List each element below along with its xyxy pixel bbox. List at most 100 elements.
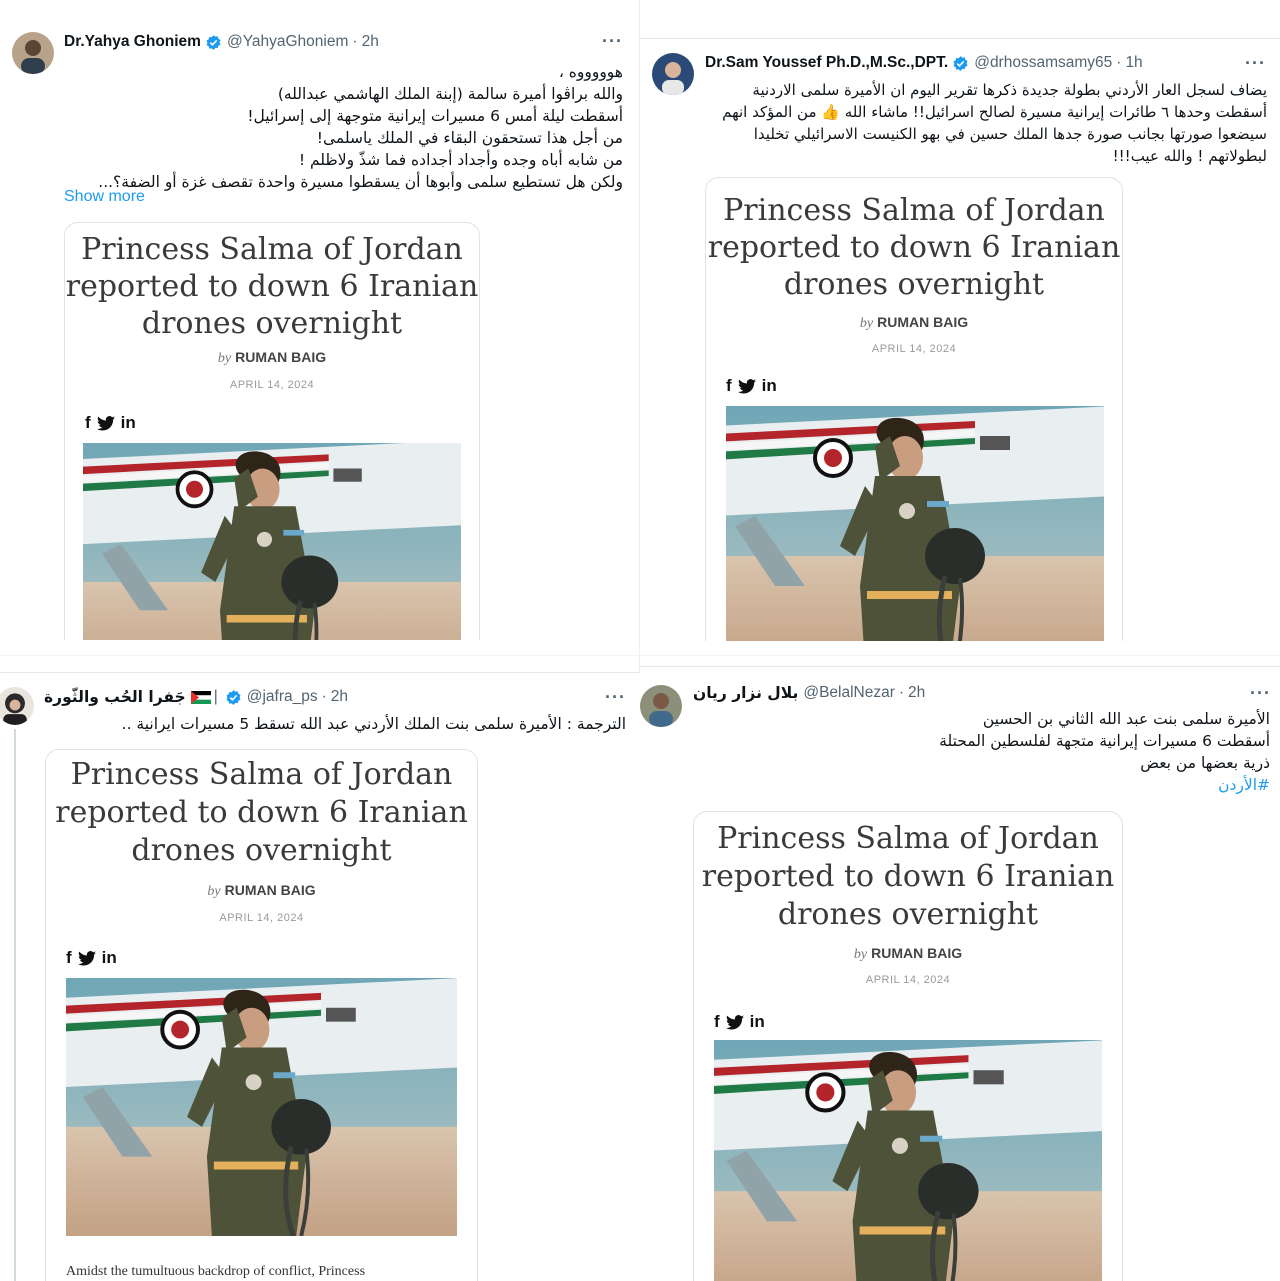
article-author: RUMAN BAIG [224,882,316,898]
tweet-line: من شابه أباه وجده وأجداد أجداده فما شذّ … [298,151,623,169]
tweet-header: Dr.Sam Youssef Ph.D.,M.Sc.,DPT. @drhossa… [705,54,1143,72]
display-name[interactable]: بلال نزار ريان [693,684,798,702]
article-byline: by RUMAN BAIG [694,945,1122,963]
tweet-line: الترجمة : الأميرة سلمى بنت الملك الأردني… [121,715,626,733]
tweet-line: أسقطت ليلة أمس 6 مسيرات إيرانية متوجهة إ… [247,107,623,125]
avatar[interactable] [640,685,682,727]
display-name[interactable]: Dr.Yahya Ghoniem [64,33,201,51]
avatar[interactable] [12,32,54,74]
separator-bar: | [213,688,218,705]
byline-prefix: by [859,316,874,331]
article-date: APRIL 14, 2024 [229,379,315,391]
facebook-icon[interactable]: f [66,948,72,968]
linkedin-icon[interactable]: in [762,376,777,396]
article-byline: by RUMAN BAIG [65,349,479,367]
more-options-icon[interactable]: ··· [602,31,623,52]
handle[interactable]: @jafra_ps [247,688,318,706]
separator-dot: · [1116,54,1122,71]
handle[interactable]: @drhossamsamy65 [974,54,1112,72]
tweet-header: Dr.Yahya Ghoniem @YahyaGhoniem · 2h [64,33,379,51]
tweet-line: سيضعوا صورتها بجانب صورة جدها الملك حسين… [753,125,1267,143]
article-headline: Princess Salma of Jordan reported to dow… [706,192,1122,303]
article-author: RUMAN BAIG [877,314,969,330]
facebook-icon[interactable]: f [85,413,91,433]
article-photo [726,406,1104,641]
social-share-icons: f in [66,948,117,968]
timestamp[interactable]: 2h [362,33,379,51]
byline-prefix: by [217,351,232,366]
handle[interactable]: @YahyaGhoniem [227,33,348,51]
headline-line: Princess Salma of Jordan [717,821,1099,856]
article-headline: Princess Salma of Jordan reported to dow… [694,820,1122,934]
article-card[interactable]: Princess Salma of Jordan reported to dow… [693,811,1123,1281]
linkedin-icon[interactable]: in [102,948,117,968]
article-headline: Princess Salma of Jordan reported to dow… [46,756,477,870]
headline-line: Princess Salma of Jordan [70,757,453,792]
article-card[interactable]: Princess Salma of Jordan reported to dow… [45,749,478,1281]
headline-line: drones overnight [783,267,1045,302]
social-share-icons: f in [714,1012,765,1032]
hashtag-link[interactable]: #الأردن [939,774,1270,796]
tweet-line: ذرية بعضها من بعض [1140,754,1270,772]
twitter-bird-icon[interactable] [725,1014,744,1030]
display-name[interactable]: Dr.Sam Youssef Ph.D.,M.Sc.,DPT. [705,54,948,72]
more-options-icon[interactable]: ··· [1245,53,1266,74]
tweet-line: ولكن هل تستطيع سلمى وأبوها أن يسقطوا مسي… [98,173,623,191]
article-byline: by RUMAN BAIG [706,314,1122,332]
twitter-bird-icon[interactable] [96,415,115,431]
tweet-line: هوووووه ، [558,63,623,81]
tweet-sam-youssef[interactable]: Dr.Sam Youssef Ph.D.,M.Sc.,DPT. @drhossa… [640,38,1280,641]
display-name[interactable]: جَفرا الحُب والثّورة [44,688,186,706]
article-card[interactable]: Princess Salma of Jordan reported to dow… [705,177,1123,641]
social-share-icons: f in [726,376,777,396]
timestamp[interactable]: 2h [908,684,925,702]
article-author: RUMAN BAIG [235,349,327,365]
tweet-line: أسقطت 6 مسيرات إيرانية متجهة لفلسطين الم… [939,732,1270,750]
headline-line: drones overnight [131,833,392,868]
headline-line: reported to down 6 Iranian [707,230,1121,265]
separator-dot: · [898,684,905,701]
timestamp[interactable]: 2h [331,688,348,706]
facebook-icon[interactable]: f [726,376,732,396]
article-card[interactable]: Princess Salma of Jordan reported to dow… [64,222,480,640]
headline-line: Princess Salma of Jordan [723,193,1105,228]
linkedin-icon[interactable]: in [121,413,136,433]
handle[interactable]: @BelalNezar [803,684,895,702]
more-options-icon[interactable]: ··· [605,687,626,708]
article-photo [83,443,461,640]
tweet-header: بلال نزار ريان @BelalNezar · 2h [693,684,925,702]
twitter-bird-icon[interactable] [737,378,756,394]
separator-dot: · [321,688,327,705]
tweet-line: أسقطت وحدها ٦ طائرات إيرانية مسيرة لصالح… [722,103,1267,121]
headline-line: drones overnight [777,897,1039,932]
article-photo [66,978,457,1236]
article-date: APRIL 14, 2024 [865,974,951,986]
avatar[interactable] [652,53,694,95]
verified-badge-icon [953,55,968,71]
tweet-line: والله براڤوا أميرة سالمة (إبنة الملك اله… [277,85,623,103]
palestine-flag-icon [190,690,211,704]
verified-badge-icon [206,34,221,50]
article-headline: Princess Salma of Jordan reported to dow… [65,231,479,342]
tweet-yahya-ghoniem[interactable]: Dr.Yahya Ghoniem @YahyaGhoniem · 2h ··· … [0,15,638,640]
tweet-line: لبطولاتهم ! والله عيب!!! [1112,147,1267,165]
thread-line [14,729,16,1281]
facebook-icon[interactable]: f [714,1012,720,1032]
tweet-line: من أجل هذا تستحقون البقاء في الملك ياسلم… [316,129,623,147]
twitter-bird-icon[interactable] [77,950,96,966]
headline-line: drones overnight [141,306,403,341]
show-more-link[interactable]: Show more [64,188,145,206]
avatar[interactable] [0,687,34,725]
headline-line: reported to down 6 Iranian [701,859,1115,894]
tweet-text: الترجمة : الأميرة سلمى بنت الملك الأردني… [122,713,626,735]
article-photo [714,1040,1102,1281]
tweet-jafra[interactable]: جَفرا الحُب والثّورة | @jafra_ps · 2h ··… [0,672,640,1281]
tweet-belal-nezar[interactable]: بلال نزار ريان @BelalNezar · 2h ··· الأم… [640,666,1280,1281]
timestamp[interactable]: 1h [1125,54,1142,72]
tweet-text: الأميرة سلمى بنت عبد الله الثاني بن الحس… [939,708,1270,796]
article-date: APRIL 14, 2024 [219,912,304,924]
more-options-icon[interactable]: ··· [1250,683,1271,704]
social-share-icons: f in [85,413,136,433]
headline-line: reported to down 6 Iranian [55,795,468,830]
linkedin-icon[interactable]: in [750,1012,765,1032]
